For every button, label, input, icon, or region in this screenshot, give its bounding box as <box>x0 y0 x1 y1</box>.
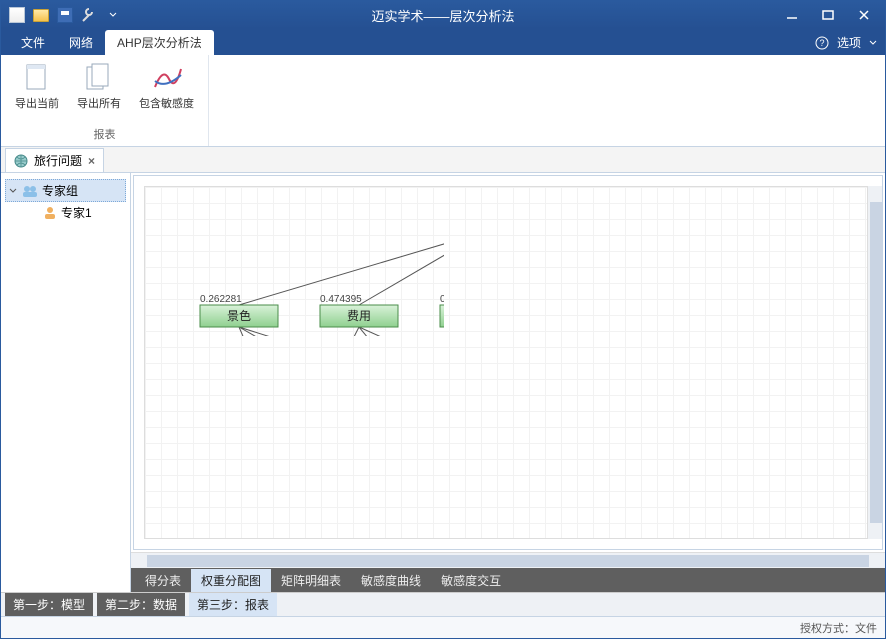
status-auth: 授权方式：文件 <box>800 620 877 636</box>
horizontal-scrollbar[interactable] <box>131 552 885 568</box>
chevron-down-icon <box>869 39 877 47</box>
ribbon-export-all-button[interactable]: 导出所有 <box>73 59 125 113</box>
document-tab-row: 旅行问题 × <box>1 147 885 173</box>
curve-icon <box>151 61 183 93</box>
ribbon-group-name: 报表 <box>94 124 116 144</box>
user-icon <box>43 206 57 220</box>
globe-icon <box>14 154 28 168</box>
ribbon: 导出当前 导出所有 包含敏感度 报表 <box>1 55 885 147</box>
ribbon-item-label: 导出所有 <box>77 95 121 111</box>
node-weight: 0.474395 <box>320 294 362 305</box>
diagram-node[interactable]: 费用 0.474395 <box>320 294 398 327</box>
vertical-scrollbar[interactable] <box>867 186 882 539</box>
diagram-node[interactable]: 居住0.0544921 <box>440 294 444 327</box>
diagram-canvas[interactable]: 旅游问题景色0.262281费用0.474395居住0.0544921饮食0.0… <box>133 175 883 550</box>
menu-tab-ahp[interactable]: AHP层次分析法 <box>105 30 214 55</box>
edge <box>359 327 444 336</box>
inner-tab[interactable]: 权重分配图 <box>191 569 271 592</box>
edge <box>359 327 444 336</box>
document-tab-label: 旅行问题 <box>34 152 82 169</box>
qat-tools-button[interactable] <box>79 5 99 25</box>
inner-tabs: 得分表权重分配图矩阵明细表敏感度曲线敏感度交互 <box>131 568 885 592</box>
quick-access-toolbar <box>1 5 129 25</box>
pages-icon <box>83 61 115 93</box>
app-window: 迈实学术——层次分析法 文件网络AHP层次分析法 ? 选项 导出当前 导出所有 包含… <box>0 0 886 639</box>
qat-save-button[interactable] <box>55 5 75 25</box>
titlebar: 迈实学术——层次分析法 <box>1 1 885 29</box>
diagram-node[interactable]: 景色 0.262281 <box>200 294 278 327</box>
node-label: 景色 <box>227 309 251 323</box>
ribbon-group-report: 导出当前 导出所有 包含敏感度 报表 <box>1 55 209 146</box>
window-controls <box>775 5 885 25</box>
ribbon-item-label: 包含敏感度 <box>139 95 194 111</box>
tools-icon <box>81 7 97 23</box>
document-tab-close[interactable]: × <box>88 154 95 168</box>
collapse-icon[interactable] <box>8 186 18 196</box>
step-tabs: 第一步：模型第二步：数据第三步：报表 <box>1 592 885 616</box>
edge <box>359 232 444 305</box>
inner-tab[interactable]: 得分表 <box>135 569 191 592</box>
svg-text:?: ? <box>819 38 824 48</box>
canvas-wrap: 旅游问题景色0.262281费用0.474395居住0.0544921饮食0.0… <box>131 173 885 592</box>
edge <box>294 327 359 336</box>
minimize-icon <box>786 9 798 21</box>
options-label[interactable]: 选项 <box>837 34 861 51</box>
tree-node-expert-group[interactable]: 专家组 <box>5 179 126 202</box>
edge <box>239 327 444 336</box>
ribbon-item-label: 导出当前 <box>15 95 59 111</box>
document-icon <box>9 7 25 23</box>
step-tab[interactable]: 第三步：报表 <box>189 593 277 616</box>
edge <box>239 327 444 336</box>
tree-node-expert[interactable]: 专家1 <box>5 202 126 223</box>
window-title: 迈实学术——层次分析法 <box>371 6 514 25</box>
node-label: 费用 <box>347 309 371 323</box>
main-area: 专家组 专家1 <box>1 173 885 592</box>
close-icon <box>858 9 870 21</box>
help-icon[interactable]: ? <box>815 36 829 50</box>
maximize-button[interactable] <box>811 5 845 25</box>
folder-open-icon <box>33 9 49 22</box>
maximize-icon <box>822 9 834 21</box>
hierarchy-diagram: 旅游问题景色0.262281费用0.474395居住0.0544921饮食0.0… <box>144 186 444 336</box>
ribbon-include-sensitivity-button[interactable]: 包含敏感度 <box>135 59 198 113</box>
qat-new-button[interactable] <box>7 5 27 25</box>
node-weight: 0.262281 <box>200 294 242 305</box>
inner-tab[interactable]: 敏感度交互 <box>431 569 511 592</box>
minimize-button[interactable] <box>775 5 809 25</box>
tree-panel: 专家组 专家1 <box>1 173 131 592</box>
close-button[interactable] <box>847 5 881 25</box>
page-icon <box>21 61 53 93</box>
inner-tab[interactable]: 敏感度曲线 <box>351 569 431 592</box>
node-weight: 0.0544921 <box>440 294 444 305</box>
step-tab[interactable]: 第一步：模型 <box>5 593 93 616</box>
step-tab[interactable]: 第二步：数据 <box>97 593 185 616</box>
menu-tabs: 文件网络AHP层次分析法 ? 选项 <box>1 29 885 55</box>
chevron-down-icon <box>109 11 117 19</box>
group-icon <box>22 184 38 198</box>
tree-node-label: 专家组 <box>42 182 78 199</box>
tree-node-label: 专家1 <box>61 204 92 221</box>
status-bar: 授权方式：文件 <box>1 616 885 638</box>
ribbon-export-current-button[interactable]: 导出当前 <box>11 59 63 113</box>
document-tab[interactable]: 旅行问题 × <box>5 148 104 172</box>
save-icon <box>57 7 73 23</box>
qat-dropdown-button[interactable] <box>103 5 123 25</box>
menu-tab-file[interactable]: 文件 <box>9 30 57 55</box>
inner-tab[interactable]: 矩阵明细表 <box>271 569 351 592</box>
qat-open-button[interactable] <box>31 5 51 25</box>
menu-tab-network[interactable]: 网络 <box>57 30 105 55</box>
